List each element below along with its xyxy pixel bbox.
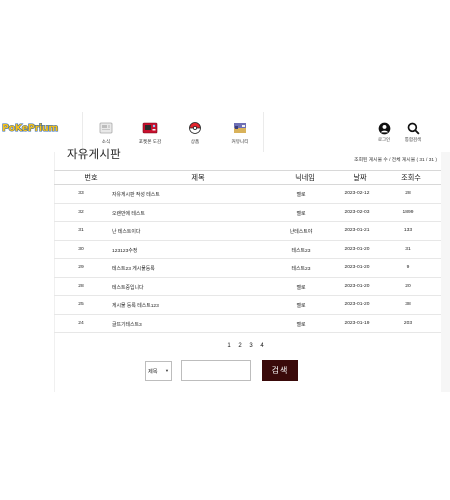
post-date: 2023-01-19 (344, 320, 370, 326)
news-icon (99, 122, 113, 134)
post-title-link[interactable]: 테스트23 게시물등록 (112, 265, 155, 272)
search-type-select[interactable]: 제목 ▼ (145, 361, 172, 381)
post-views: 1899 (402, 209, 414, 215)
post-number: 33 (78, 191, 84, 196)
post-author: 멜로 (296, 193, 306, 198)
column-header-date: 날짜 (353, 173, 367, 182)
post-number: 24 (78, 320, 84, 326)
nav-item-products[interactable]: 상품 (173, 115, 217, 149)
pagination: 1 2 3 4 (0, 343, 450, 353)
search-type-value: 제목 (148, 369, 158, 375)
post-date: 2023-01-20 (344, 283, 370, 289)
post-date: 2023-01-21 (344, 228, 370, 233)
post-views: 38 (405, 302, 411, 307)
post-number: 30 (78, 246, 84, 252)
post-author: 멜로 (296, 304, 306, 309)
page-link-3[interactable]: 3 (249, 343, 252, 349)
post-author: 난테스트야 (289, 230, 313, 235)
column-header-nickname: 닉네임 (295, 173, 315, 182)
post-author: 멜로 (296, 322, 306, 328)
table-row[interactable]: 30 123123수정 테스트23 2023-01-20 31 (54, 241, 441, 259)
post-title-link[interactable]: 난 테스트이다 (112, 228, 140, 235)
post-date: 2023-02-12 (344, 191, 370, 196)
post-views: 133 (403, 228, 413, 233)
post-author: 테스트23 (291, 248, 311, 254)
table-row[interactable]: 24 글뜨기테스트3 멜로 2023-01-19 203 (54, 315, 441, 333)
post-date: 2023-02-03 (344, 209, 370, 215)
table-row[interactable]: 33 자유게시판 작성 테스트 멜로 2023-02-12 28 (54, 185, 441, 204)
login-button[interactable]: 로그인 (373, 122, 395, 148)
post-date: 2023-01-20 (344, 246, 370, 252)
post-views: 20 (405, 283, 411, 289)
page: PoKePrium 소식 포켓몬 도감 상품 커뮤니티 로그인 통합검색 자유게… (0, 0, 450, 500)
post-views: 31 (405, 246, 411, 252)
logo[interactable]: PoKePrium (1, 122, 58, 137)
nav-divider (263, 112, 264, 152)
table-row[interactable]: 31 난 테스트이다 난테스트야 2023-01-21 133 (54, 222, 441, 241)
pokedex-icon (142, 122, 158, 134)
post-views: 28 (405, 191, 411, 196)
page-link-1[interactable]: 1 (227, 343, 230, 349)
chevron-down-icon: ▼ (165, 368, 169, 373)
post-views: 9 (406, 265, 410, 270)
post-title-link[interactable]: 글뜨기테스트3 (112, 321, 142, 328)
nav-item-news[interactable]: 소식 (84, 115, 128, 149)
column-header-number: 번호 (84, 173, 98, 182)
nav-item-label: 상품 (190, 139, 200, 144)
post-date: 2023-01-20 (344, 302, 370, 307)
post-table: 33 자유게시판 작성 테스트 멜로 2023-02-12 28 32 오랜만에… (54, 185, 441, 333)
post-title-link[interactable]: 오랜만에 테스트 (112, 210, 145, 217)
nav-item-pokedex[interactable]: 포켓몬 도감 (128, 115, 172, 149)
global-search-button[interactable]: 통합검색 (402, 122, 424, 148)
post-number: 28 (78, 283, 84, 289)
nav-item-label: 포켓몬 도감 (138, 139, 162, 144)
page-link-2[interactable]: 2 (238, 343, 241, 349)
table-row[interactable]: 28 테스트중입니다 멜로 2023-01-20 20 (54, 278, 441, 296)
nav-item-label: 소식 (101, 139, 111, 144)
community-icon (234, 123, 246, 133)
post-title-link[interactable]: 자유게시판 작성 테스트 (112, 191, 160, 198)
column-header-views: 조회수 (401, 173, 421, 182)
login-label: 로그인 (377, 137, 391, 142)
post-number: 29 (78, 265, 84, 270)
post-date: 2023-01-20 (344, 265, 370, 270)
page-link-4[interactable]: 4 (260, 343, 263, 349)
search-icon (407, 122, 420, 135)
post-author: 멜로 (296, 211, 306, 217)
post-views: 203 (403, 320, 413, 326)
table-header: 번호 제목 닉네임 날짜 조회수 (54, 170, 441, 185)
post-title-link[interactable]: 123123수정 (112, 247, 137, 254)
post-title-link[interactable]: 테스트중입니다 (112, 284, 144, 291)
post-count: 조회된 게시물 수 / 전체 게시물 ( 31 / 31 ) (354, 158, 437, 163)
table-row[interactable]: 25 게시물 등록 테스트123 멜로 2023-01-20 38 (54, 296, 441, 315)
search-input[interactable] (181, 360, 251, 381)
column-header-title: 제목 (191, 173, 205, 182)
post-author: 테스트23 (291, 267, 311, 272)
content-edge (441, 152, 450, 392)
post-number: 32 (78, 209, 84, 215)
global-search-label: 통합검색 (404, 137, 422, 142)
post-title-link[interactable]: 게시물 등록 테스트123 (112, 302, 159, 309)
post-number: 31 (78, 228, 84, 233)
nav-item-label: 커뮤니티 (231, 139, 249, 144)
nav-item-community[interactable]: 커뮤니티 (218, 115, 262, 149)
table-row[interactable]: 29 테스트23 게시물등록 테스트23 2023-01-20 9 (54, 259, 441, 278)
post-author: 멜로 (296, 285, 306, 291)
table-row[interactable]: 32 오랜만에 테스트 멜로 2023-02-03 1899 (54, 204, 441, 222)
search-button[interactable]: 검색 (262, 360, 298, 381)
pokeball-icon (189, 122, 201, 134)
post-number: 25 (78, 302, 84, 307)
user-icon (378, 122, 390, 135)
logo-text: PoKePrium (1, 122, 58, 134)
page-title: 자유게시판 (67, 149, 121, 161)
